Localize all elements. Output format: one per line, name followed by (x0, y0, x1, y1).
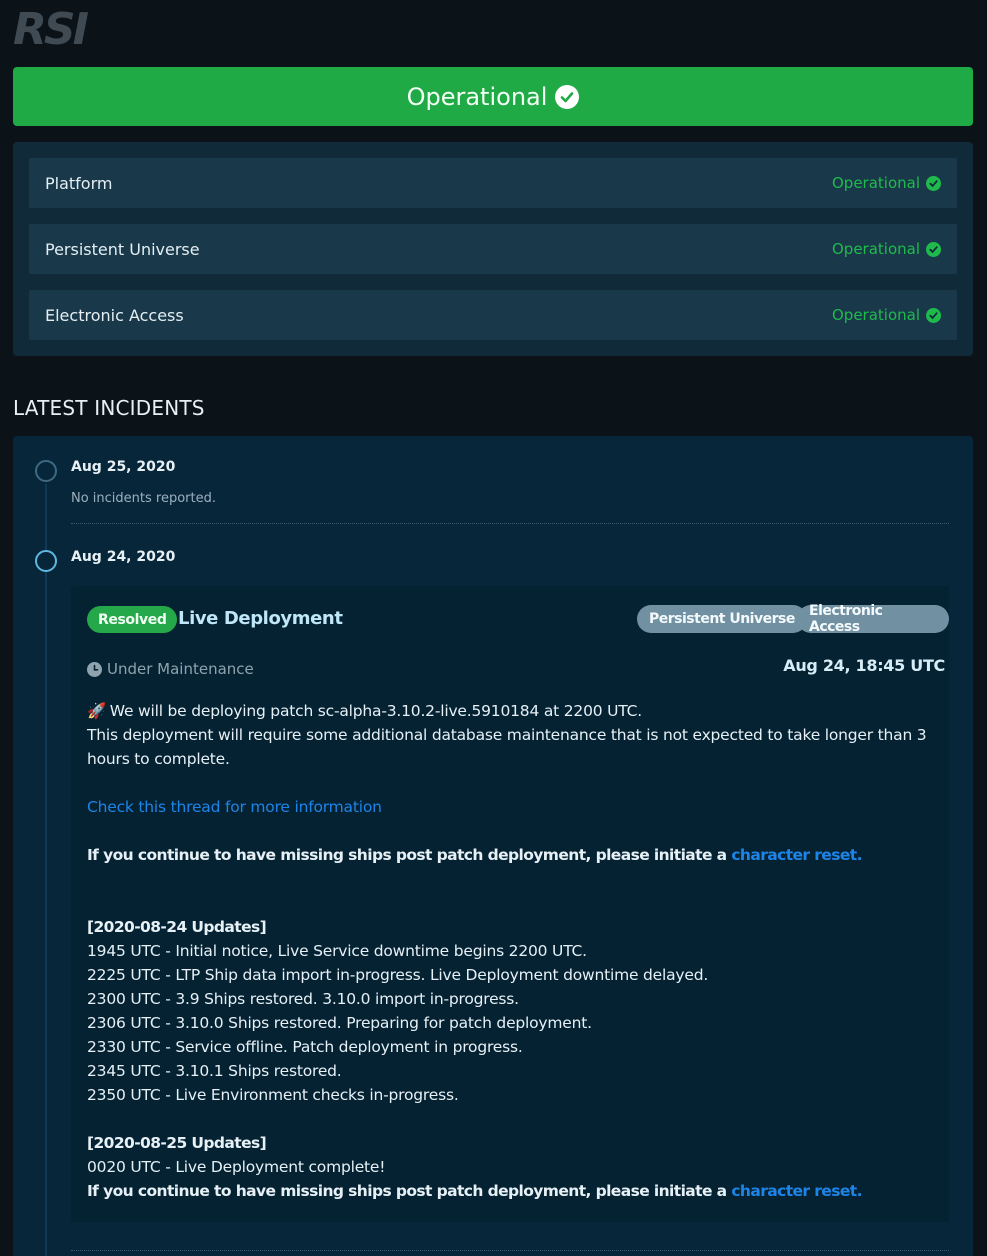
rocket-icon: 🚀 (87, 702, 107, 720)
character-reset-link[interactable]: character reset. (731, 1182, 862, 1200)
incident-card: Resolved Live Deployment Persistent Univ… (71, 586, 949, 1222)
logo-text: RSI (13, 4, 89, 50)
system-status-label: Operational (831, 174, 920, 192)
update-line: 2306 UTC - 3.10.0 Ships restored. Prepar… (87, 1014, 592, 1032)
system-status-label: Operational (831, 306, 920, 324)
updates-heading: [2020-08-25 Updates] (87, 1134, 267, 1152)
timeline-line (45, 484, 47, 1256)
missing-ships-text: If you continue to have missing ships po… (87, 846, 732, 864)
day-date: Aug 24, 2020 (71, 549, 176, 565)
day-divider (71, 1250, 949, 1251)
thread-link[interactable]: Check this thread for more information (87, 798, 382, 816)
missing-ships-text: If you continue to have missing ships po… (87, 1182, 732, 1200)
system-name: Electronic Access (45, 305, 184, 325)
day-divider (71, 523, 949, 524)
incident-title[interactable]: Live Deployment (178, 608, 343, 629)
no-incidents-note: No incidents reported. (71, 491, 216, 506)
systems-panel: Platform Operational Persistent Universe… (13, 142, 973, 356)
incident-state-label: Under Maintenance (107, 660, 254, 678)
system-status-label: Operational (831, 240, 920, 258)
missing-ships-note: If you continue to have missing ships po… (87, 1179, 939, 1203)
overall-status-label: Operational (406, 82, 548, 111)
check-circle-icon (926, 241, 941, 257)
body-line: This deployment will require some additi… (87, 726, 927, 768)
system-status: Operational (832, 174, 941, 192)
body-line: 🚀 We will be deploying patch sc-alpha-3.… (87, 699, 939, 723)
rsi-logo[interactable]: RSI (13, 4, 105, 55)
status-badge: Resolved (87, 606, 178, 633)
update-line: 2345 UTC - 3.10.1 Ships restored. (87, 1062, 342, 1080)
tag-electronic-access: Electronic Access (797, 603, 949, 635)
update-line: 0020 UTC - Live Deployment complete! (87, 1158, 386, 1176)
update-line: 2330 UTC - Service offline. Patch deploy… (87, 1038, 523, 1056)
tag-persistent-universe: Persistent Universe (637, 605, 807, 633)
missing-ships-note: If you continue to have missing ships po… (87, 843, 939, 867)
check-circle-icon (555, 84, 580, 109)
check-circle-icon (926, 175, 941, 191)
overall-status-banner: Operational (13, 67, 973, 126)
updates-heading: [2020-08-24 Updates] (87, 918, 267, 936)
incident-body: 🚀 We will be deploying patch sc-alpha-3.… (87, 699, 939, 1203)
system-row-persistent-universe: Persistent Universe Operational (29, 224, 957, 274)
system-status: Operational (832, 240, 941, 258)
update-line: 2300 UTC - 3.9 Ships restored. 3.10.0 im… (87, 990, 519, 1008)
update-line: 2225 UTC - LTP Ship data import in-progr… (87, 966, 709, 984)
update-line: 1945 UTC - Initial notice, Live Service … (87, 942, 587, 960)
update-line: 2350 UTC - Live Environment checks in-pr… (87, 1086, 459, 1104)
clock-icon (87, 661, 102, 677)
check-circle-icon (926, 307, 941, 323)
incident-timestamp: Aug 24, 18:45 UTC (783, 656, 945, 675)
body-text: We will be deploying patch sc-alpha-3.10… (105, 702, 642, 720)
system-name: Platform (45, 173, 113, 193)
character-reset-link[interactable]: character reset. (731, 846, 862, 864)
incident-state: Under Maintenance (87, 660, 254, 678)
incidents-panel: Aug 25, 2020 No incidents reported. Aug … (13, 436, 973, 1256)
timeline-node (35, 460, 57, 482)
system-row-electronic-access: Electronic Access Operational (29, 290, 957, 340)
system-status: Operational (832, 306, 941, 324)
timeline-node-active (35, 550, 57, 572)
system-name: Persistent Universe (45, 239, 200, 259)
system-row-platform: Platform Operational (29, 158, 957, 208)
day-date: Aug 25, 2020 (71, 459, 176, 475)
latest-incidents-heading: LATEST INCIDENTS (13, 396, 205, 420)
